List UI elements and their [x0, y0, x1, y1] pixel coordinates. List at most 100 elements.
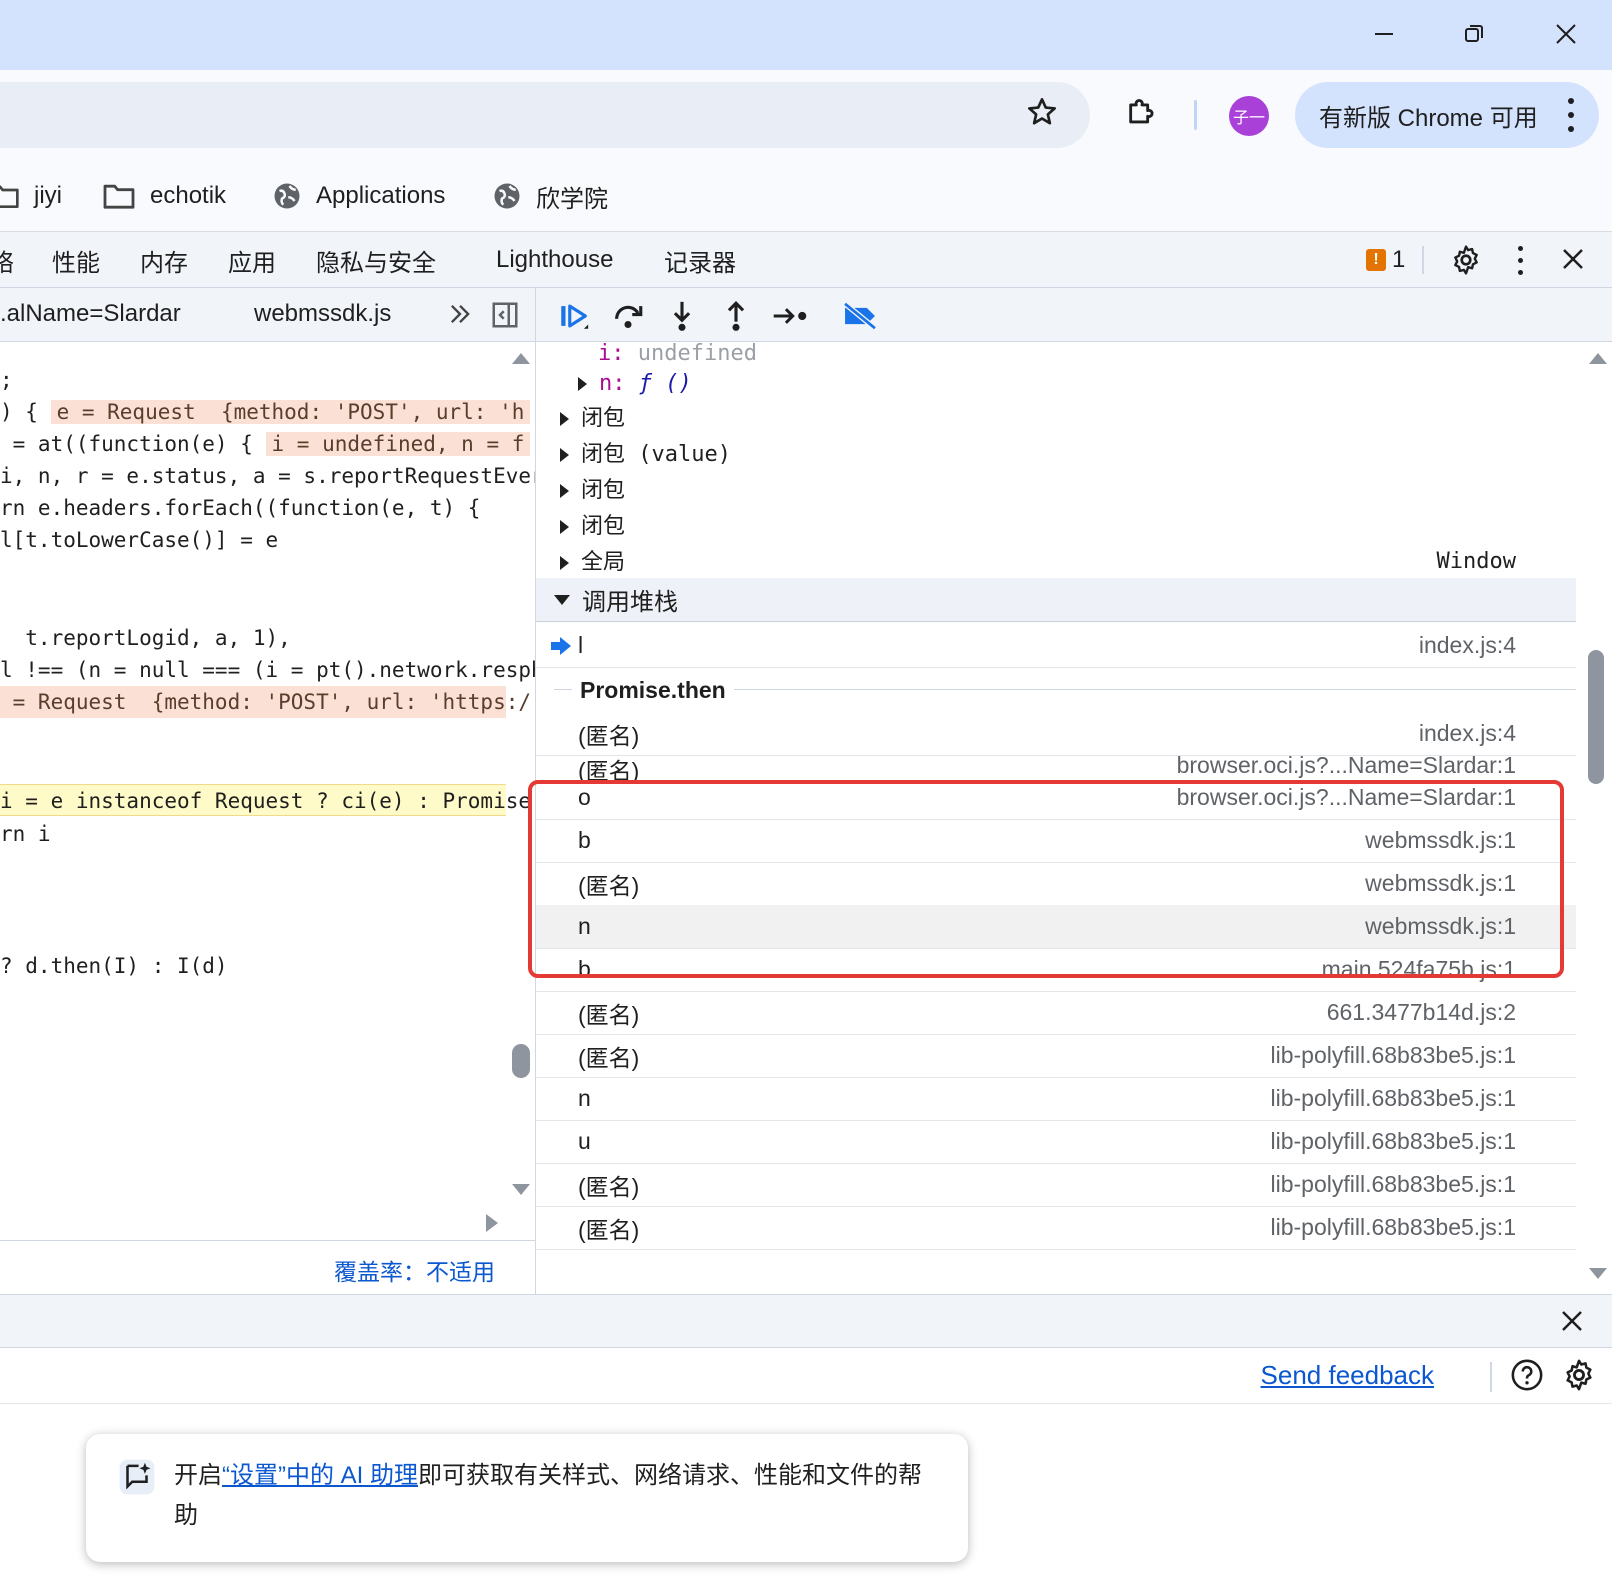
tab-privacy-security[interactable]: 隐私与安全	[316, 242, 436, 278]
folder-icon	[0, 185, 19, 208]
frame-function: b	[578, 827, 591, 853]
callstack-frame[interactable]: l index.js:4	[536, 624, 1576, 668]
settings-button[interactable]	[1446, 240, 1486, 280]
bookmark-applications[interactable]: Applications	[272, 174, 445, 218]
close-devtools-button[interactable]	[1558, 244, 1588, 279]
scroll-down-arrow-icon[interactable]	[1588, 1266, 1608, 1287]
tab-application[interactable]: 应用	[228, 242, 276, 278]
var-value: undefined	[637, 342, 757, 366]
step-into-button[interactable]	[662, 296, 702, 336]
frame-location: lib-polyfill.68b83be5.js:1	[1270, 1171, 1517, 1197]
profile-avatar[interactable]: 子一	[1229, 96, 1269, 136]
sidebar-scrollbar-thumb[interactable]	[1588, 650, 1604, 784]
code-line: t.reportLogid, a, 1),	[0, 626, 291, 650]
more-options-icon[interactable]	[1510, 242, 1530, 278]
scope-closure[interactable]: 闭包 (value)	[536, 436, 1576, 472]
frame-location: index.js:4	[1418, 720, 1516, 746]
more-vert-icon[interactable]	[1561, 98, 1581, 132]
help-button[interactable]	[1510, 1358, 1544, 1397]
editor-status-bar: 覆盖率：不适用	[0, 1240, 536, 1294]
callstack-frame[interactable]: (匿名) 661.3477b14d.js:2	[536, 991, 1576, 1035]
close-window-button[interactable]	[1536, 14, 1596, 54]
var-value: ƒ ()	[638, 371, 692, 396]
coverage-link[interactable]: 覆盖率：不适用	[334, 1253, 495, 1287]
frame-location: webmssdk.js:1	[1365, 827, 1516, 853]
close-icon	[1556, 24, 1576, 44]
step-button[interactable]	[770, 296, 810, 336]
code-line-inline-value: = Request {method: 'POST', url: 'https:/	[0, 686, 531, 718]
frame-function: n	[578, 913, 591, 939]
scope-closure[interactable]: 闭包	[536, 400, 1576, 436]
bookmark-label: Applications	[316, 182, 446, 209]
callstack-frame[interactable]: (匿名) index.js:4	[536, 712, 1576, 756]
callstack-frame[interactable]: b webmssdk.js:1	[536, 819, 1576, 863]
expand-triangle-icon	[560, 448, 569, 463]
step-over-button[interactable]	[608, 296, 648, 336]
bookmark-label: jiyi	[34, 182, 62, 209]
toggle-sidebar-icon[interactable]	[490, 300, 520, 335]
scope-label: 闭包	[581, 477, 626, 502]
source-tab-slardar[interactable]: .alName=Slardar	[0, 300, 181, 328]
bookmark-echotik[interactable]: echotik	[102, 174, 226, 218]
restore-button[interactable]	[1444, 14, 1504, 54]
ai-settings-link[interactable]: “设置”中的 AI 助理	[222, 1462, 418, 1489]
issues-badge[interactable]: ! 1	[1366, 244, 1405, 276]
source-code-editor[interactable]: ; ) { e = Request {method: 'POST', url: …	[0, 342, 536, 1242]
bookmark-xinxueyuan[interactable]: 欣学院	[492, 174, 608, 218]
callstack-frame[interactable]: (匿名) lib-polyfill.68b83be5.js:1	[536, 1206, 1576, 1250]
tab-network[interactable]: 络	[0, 242, 14, 278]
callstack-frame[interactable]: (匿名) webmssdk.js:1	[536, 862, 1576, 906]
bookmark-star-button[interactable]	[1020, 90, 1064, 134]
callstack-frame[interactable]: o browser.oci.js?...Name=Slardar:1	[536, 776, 1576, 820]
expand-triangle-icon	[560, 484, 569, 499]
callstack-section-header[interactable]: 调用堆栈	[536, 578, 1576, 622]
scope-closure[interactable]: 闭包	[536, 508, 1576, 544]
scroll-up-arrow-icon[interactable]	[1588, 350, 1608, 371]
scope-var-n[interactable]: n: ƒ ()	[536, 366, 1576, 402]
source-tab-webmssdk[interactable]: webmssdk.js	[254, 300, 391, 328]
step-into-icon	[673, 301, 691, 331]
frame-function: (匿名)	[578, 872, 640, 899]
resume-button[interactable]	[554, 296, 594, 336]
callstack-frame-selected[interactable]: n webmssdk.js:1	[536, 905, 1576, 949]
scroll-down-arrow-icon[interactable]	[510, 1182, 532, 1203]
var-name: i	[598, 342, 612, 366]
address-bar[interactable]	[0, 82, 1090, 148]
callstack-frame[interactable]: n lib-polyfill.68b83be5.js:1	[536, 1077, 1576, 1121]
extensions-button[interactable]	[1120, 90, 1164, 134]
puzzle-icon	[1129, 99, 1154, 124]
tab-performance[interactable]: 性能	[52, 242, 100, 278]
scroll-up-arrow-icon[interactable]	[510, 350, 532, 371]
more-tabs-chevron-icon[interactable]	[446, 300, 474, 333]
drawer-settings-button[interactable]	[1562, 1358, 1596, 1397]
tab-memory[interactable]: 内存	[140, 242, 188, 278]
frame-location: lib-polyfill.68b83be5.js:1	[1270, 1214, 1517, 1240]
bookmark-jiyi[interactable]: jiyi	[0, 174, 62, 218]
minimize-button[interactable]	[1354, 14, 1414, 54]
callstack-frame[interactable]: u lib-polyfill.68b83be5.js:1	[536, 1120, 1576, 1164]
callstack-frame[interactable]: b main.524fa75b.js:1	[536, 948, 1576, 992]
scope-label: 闭包 (value)	[581, 442, 731, 467]
scope-global[interactable]: 全局 Window	[536, 544, 1576, 580]
code-scrollbar-thumb[interactable]	[512, 1044, 530, 1078]
step-out-button[interactable]	[716, 296, 756, 336]
code-text: = at((function(e) {	[0, 432, 266, 456]
ai-toast-prefix: 开启	[174, 1462, 222, 1489]
frame-location: lib-polyfill.68b83be5.js:1	[1270, 1042, 1517, 1068]
update-chrome-label: 有新版 Chrome 可用	[1319, 104, 1538, 132]
tab-recorder[interactable]: 记录器	[664, 242, 736, 278]
send-feedback-link[interactable]: Send feedback	[1261, 1360, 1434, 1391]
tab-lighthouse[interactable]: Lighthouse	[496, 242, 613, 278]
scope-closure[interactable]: 闭包	[536, 472, 1576, 508]
scroll-right-arrow-icon[interactable]	[484, 1212, 500, 1239]
callstack-frame[interactable]: (匿名) lib-polyfill.68b83be5.js:1	[536, 1163, 1576, 1207]
deactivate-breakpoints-button[interactable]	[840, 296, 880, 336]
feedback-bar: Send feedback	[0, 1348, 1612, 1404]
update-chrome-button[interactable]: 有新版 Chrome 可用	[1295, 82, 1599, 148]
frame-location: index.js:4	[1418, 632, 1516, 658]
scope-label: 闭包	[581, 513, 626, 538]
expand-triangle-icon	[560, 412, 569, 427]
close-icon	[1563, 249, 1583, 269]
close-drawer-button[interactable]	[1558, 1307, 1586, 1340]
callstack-frame[interactable]: (匿名) lib-polyfill.68b83be5.js:1	[536, 1034, 1576, 1078]
